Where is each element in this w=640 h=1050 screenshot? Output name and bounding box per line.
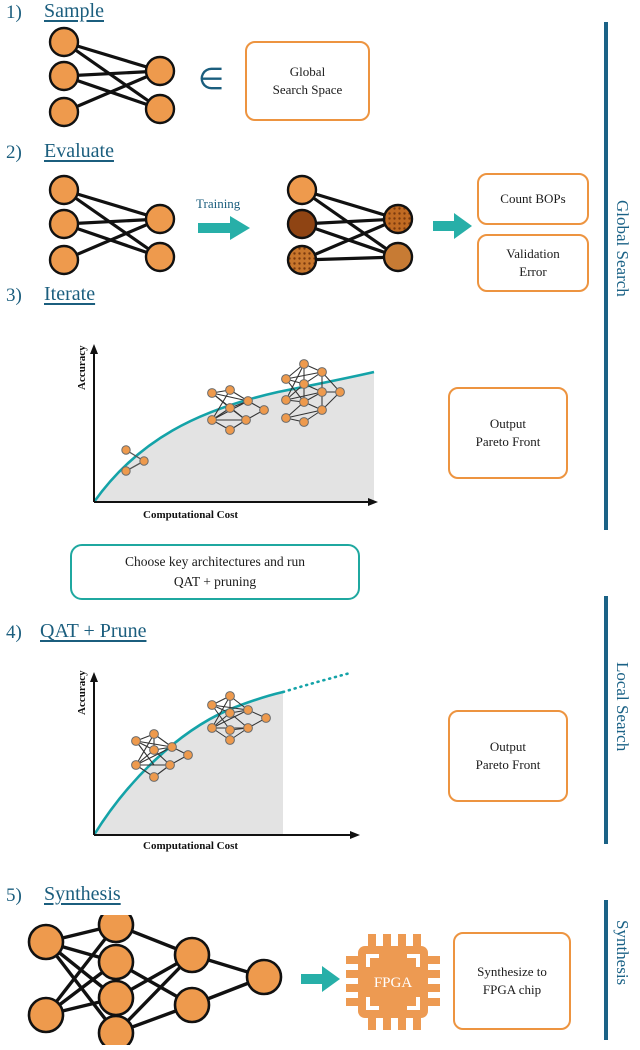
phase-label-synthesis: Synthesis bbox=[613, 920, 632, 986]
iterate-output-line1: Output bbox=[489, 416, 527, 432]
element-of-icon: ∈ bbox=[198, 62, 225, 97]
qat-chart-xlabel: Computational Cost bbox=[143, 840, 239, 852]
validation-error-line1: Validation bbox=[506, 246, 560, 262]
global-search-space-line2: Search Space bbox=[272, 82, 343, 97]
evaluate-arrow-icon bbox=[432, 210, 474, 247]
qat-output-line1: Output bbox=[489, 739, 527, 755]
iterate-chart-ylabel: Accuracy bbox=[76, 345, 88, 390]
pipeline-diagram: 1) Sample ∈ Global Search Space 2) Evalu… bbox=[0, 0, 640, 1050]
training-label: Training bbox=[196, 196, 241, 211]
synthesize-box: Synthesize to FPGA chip bbox=[453, 932, 571, 1030]
pareto-curve-dotted bbox=[281, 671, 352, 694]
step-1-number: 1) bbox=[6, 2, 22, 23]
training-arrow-icon bbox=[196, 213, 254, 248]
phase-bar-local-search bbox=[604, 596, 608, 844]
count-bops-label: Count BOPs bbox=[500, 191, 566, 207]
choose-architectures-line1: Choose key architectures and run bbox=[125, 554, 305, 570]
phase-label-global-search: Global Search bbox=[613, 200, 632, 297]
iterate-chart-xlabel: Computational Cost bbox=[143, 509, 239, 521]
step-2-network-untrained bbox=[30, 172, 190, 282]
global-search-space-box: Global Search Space bbox=[245, 41, 370, 121]
iterate-output-line2: Pareto Front bbox=[475, 434, 541, 449]
synthesis-arrow-icon bbox=[300, 963, 342, 1000]
step-3-number: 3) bbox=[6, 285, 22, 306]
qat-output-box: Output Pareto Front bbox=[448, 710, 568, 802]
fpga-chip-icon: FPGA bbox=[344, 932, 442, 1037]
step-1-network bbox=[30, 24, 190, 134]
iterate-output-box: Output Pareto Front bbox=[448, 387, 568, 479]
step-5-number: 5) bbox=[6, 885, 22, 906]
qat-pareto-chart bbox=[78, 662, 378, 862]
iterate-pareto-chart bbox=[78, 340, 398, 535]
step-2-number: 2) bbox=[6, 142, 22, 163]
step-2-network-trained bbox=[268, 172, 428, 282]
global-search-space-line1: Global bbox=[289, 64, 326, 80]
step-1-title: Sample bbox=[44, 0, 104, 22]
validation-error-line2: Error bbox=[519, 264, 547, 279]
count-bops-box: Count BOPs bbox=[477, 173, 589, 225]
phase-label-local-search: Local Search bbox=[613, 662, 632, 752]
step-4-title: QAT + Prune bbox=[40, 620, 147, 642]
step-5-network bbox=[20, 906, 310, 1050]
phase-bar-synthesis bbox=[604, 900, 608, 1040]
step-3-title: Iterate bbox=[44, 283, 96, 305]
svg-text:FPGA: FPGA bbox=[374, 975, 413, 991]
qat-chart-ylabel: Accuracy bbox=[76, 670, 88, 715]
step-4-number: 4) bbox=[6, 622, 22, 643]
choose-architectures-line2: QAT + pruning bbox=[173, 574, 257, 589]
choose-architectures-box: Choose key architectures and run QAT + p… bbox=[70, 544, 360, 600]
phase-bar-global-search bbox=[604, 22, 608, 530]
qat-output-line2: Pareto Front bbox=[475, 757, 541, 772]
synthesize-line2: FPGA chip bbox=[482, 982, 542, 997]
step-2-title: Evaluate bbox=[44, 140, 114, 162]
step-5-title: Synthesis bbox=[44, 883, 121, 905]
validation-error-box: Validation Error bbox=[477, 234, 589, 292]
synthesize-line1: Synthesize to bbox=[477, 964, 547, 980]
